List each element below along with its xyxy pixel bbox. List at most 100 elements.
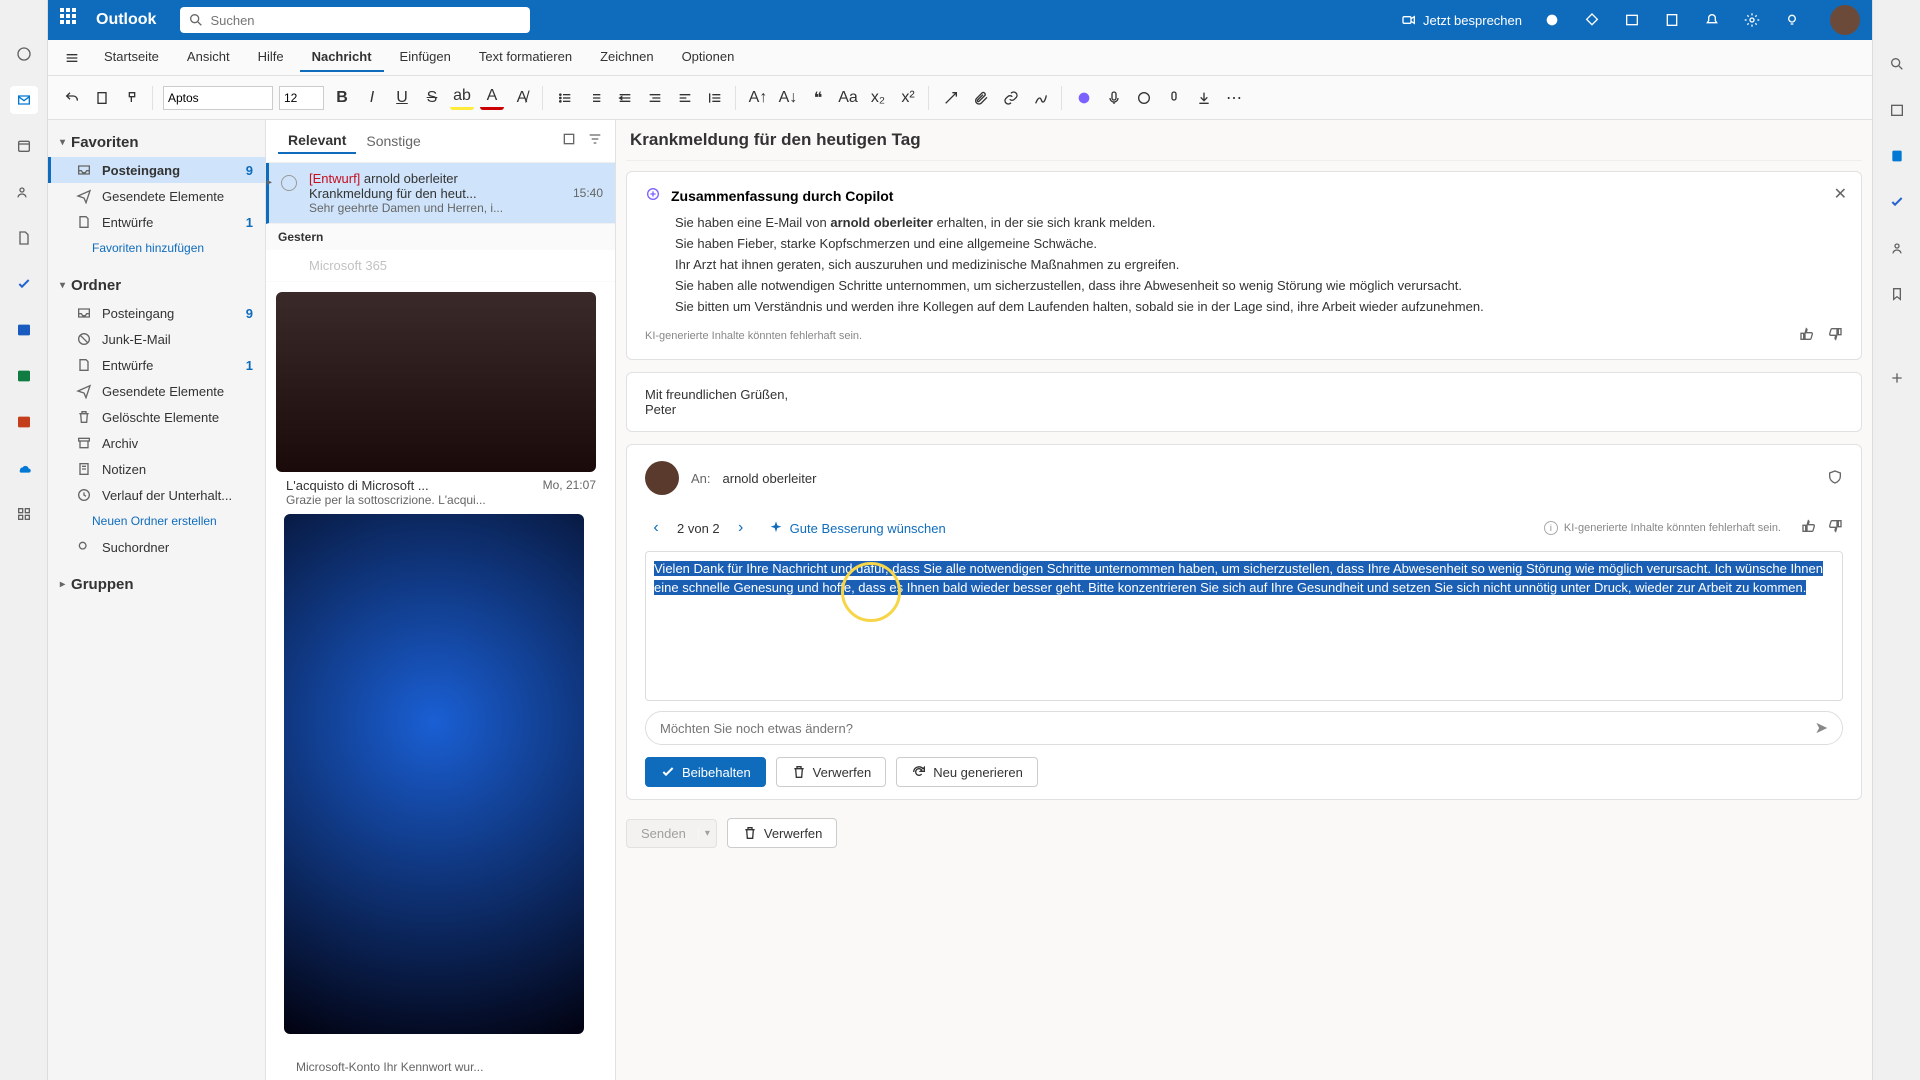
signature-icon[interactable]: [1029, 86, 1053, 110]
thumbs-up-icon[interactable]: [1801, 518, 1817, 539]
indent-icon[interactable]: [643, 86, 667, 110]
contacts-right-icon[interactable]: [1883, 234, 1911, 262]
word-icon[interactable]: [10, 316, 38, 344]
close-icon[interactable]: ✕: [1834, 184, 1847, 204]
underline-icon[interactable]: U: [390, 86, 414, 110]
folder-item-gesendete-elemente[interactable]: Gesendete Elemente: [48, 378, 265, 404]
next-draft-button[interactable]: ›: [730, 517, 752, 539]
line-spacing-icon[interactable]: [703, 86, 727, 110]
home-icon[interactable]: [10, 40, 38, 68]
ribbon-tab-hilfe[interactable]: Hilfe: [246, 43, 296, 72]
format-painter-icon[interactable]: [120, 86, 144, 110]
tasks-icon[interactable]: [1883, 188, 1911, 216]
folder-item-notizen[interactable]: Notizen: [48, 456, 265, 482]
groups-section[interactable]: ▸Gruppen: [48, 570, 265, 599]
font-select[interactable]: [163, 86, 273, 110]
folder-item-posteingang[interactable]: Posteingang9: [48, 300, 265, 326]
folder-item-gesendete-elemente[interactable]: Gesendete Elemente: [48, 183, 265, 209]
folder-item-posteingang[interactable]: Posteingang9: [48, 157, 265, 183]
highlight-icon[interactable]: ab: [450, 86, 474, 110]
powerpoint-icon[interactable]: [10, 408, 38, 436]
thumbs-up-icon[interactable]: [1799, 326, 1815, 345]
calendar-icon[interactable]: [10, 132, 38, 160]
message-item[interactable]: ▸ [Entwurf] arnold oberleiter Krankmeldu…: [266, 163, 615, 224]
hamburger-icon[interactable]: [56, 42, 88, 74]
user-avatar[interactable]: [1830, 5, 1860, 35]
app-launcher-icon[interactable]: [60, 8, 84, 32]
todo-icon[interactable]: [10, 270, 38, 298]
send-refine-icon[interactable]: ➤: [1815, 718, 1828, 738]
refine-input-row[interactable]: ➤: [645, 711, 1843, 745]
dictate-icon[interactable]: [1162, 86, 1186, 110]
tips-icon[interactable]: [1782, 10, 1802, 30]
refine-input[interactable]: [660, 721, 1815, 736]
new-folder-link[interactable]: Neuen Ordner erstellen: [48, 508, 265, 534]
ribbon-tab-zeichnen[interactable]: Zeichnen: [588, 43, 665, 72]
italic-icon[interactable]: I: [360, 86, 384, 110]
draft-body[interactable]: Vielen Dank für Ihre Nachricht und dafür…: [645, 551, 1843, 701]
onedrive-icon[interactable]: [10, 454, 38, 482]
folder-item-junk-e-mail[interactable]: Junk-E-Mail: [48, 326, 265, 352]
bookmarks-icon[interactable]: [1883, 280, 1911, 308]
thumbs-down-icon[interactable]: [1827, 518, 1843, 539]
diamond-icon[interactable]: [1582, 10, 1602, 30]
news-icon[interactable]: [1622, 10, 1642, 30]
ribbon-tab-nachricht[interactable]: Nachricht: [300, 43, 384, 72]
people-icon[interactable]: [10, 178, 38, 206]
subscript-icon[interactable]: x₂: [866, 86, 890, 110]
calendar-right-icon[interactable]: [1883, 96, 1911, 124]
mail-icon[interactable]: [10, 86, 38, 114]
bold-icon[interactable]: B: [330, 86, 354, 110]
download-icon[interactable]: [1192, 86, 1216, 110]
keep-button[interactable]: Beibehalten: [645, 757, 766, 787]
folder-item-gel-schte-elemente[interactable]: Gelöschte Elemente: [48, 404, 265, 430]
align-icon[interactable]: [673, 86, 697, 110]
teams-icon[interactable]: [1542, 10, 1562, 30]
loop-icon[interactable]: [1132, 86, 1156, 110]
folder-item-entw-rfe[interactable]: Entwürfe1: [48, 352, 265, 378]
discard-mail-button[interactable]: Verwerfen: [727, 818, 838, 848]
info-icon[interactable]: i: [1544, 521, 1558, 535]
message-checkbox[interactable]: [281, 175, 297, 191]
bullets-icon[interactable]: [553, 86, 577, 110]
attach-icon[interactable]: [969, 86, 993, 110]
filter-icon[interactable]: [587, 131, 603, 152]
prev-draft-button[interactable]: ‹: [645, 517, 667, 539]
search-folders-item[interactable]: Suchordner: [48, 534, 265, 560]
quote-icon[interactable]: ❝: [806, 86, 830, 110]
tab-other[interactable]: Sonstige: [356, 129, 430, 153]
outdent-icon[interactable]: [613, 86, 637, 110]
ribbon-tab-startseite[interactable]: Startseite: [92, 43, 171, 72]
more-icon[interactable]: ⋯: [1222, 86, 1246, 110]
ribbon-tab-text-formatieren[interactable]: Text formatieren: [467, 43, 584, 72]
font-size-select[interactable]: [279, 86, 324, 110]
tab-focused[interactable]: Relevant: [278, 128, 356, 154]
discard-draft-button[interactable]: Verwerfen: [776, 757, 887, 787]
styles-icon[interactable]: [939, 86, 963, 110]
ribbon-tab-ansicht[interactable]: Ansicht: [175, 43, 242, 72]
files-icon[interactable]: [10, 224, 38, 252]
excel-icon[interactable]: [10, 362, 38, 390]
recipient-chip[interactable]: arnold oberleiter: [723, 471, 817, 486]
copilot-suggestion[interactable]: Gute Besserung wünschen: [768, 520, 946, 536]
mic-icon[interactable]: [1102, 86, 1126, 110]
search-input[interactable]: [210, 13, 522, 28]
thumbs-down-icon[interactable]: [1827, 326, 1843, 345]
folders-section[interactable]: ▾Ordner: [48, 271, 265, 300]
select-all-icon[interactable]: [561, 131, 577, 152]
undo-icon[interactable]: [60, 86, 84, 110]
link-icon[interactable]: [999, 86, 1023, 110]
chevron-right-icon[interactable]: ▸: [267, 177, 272, 188]
gear-icon[interactable]: [1742, 10, 1762, 30]
day-icon[interactable]: [1883, 142, 1911, 170]
add-app-icon[interactable]: [1883, 364, 1911, 392]
folder-item-entw-rfe[interactable]: Entwürfe1: [48, 209, 265, 235]
numbering-icon[interactable]: [583, 86, 607, 110]
regenerate-button[interactable]: Neu generieren: [896, 757, 1038, 787]
meet-now-button[interactable]: Jetzt besprechen: [1401, 12, 1522, 28]
folder-item-verlauf-der-unterhalt-[interactable]: Verlauf der Unterhalt...: [48, 482, 265, 508]
ribbon-tab-optionen[interactable]: Optionen: [670, 43, 747, 72]
clear-format-icon[interactable]: A̸: [510, 86, 534, 110]
strike-icon[interactable]: S: [420, 86, 444, 110]
favorites-section[interactable]: ▾Favoriten: [48, 128, 265, 157]
